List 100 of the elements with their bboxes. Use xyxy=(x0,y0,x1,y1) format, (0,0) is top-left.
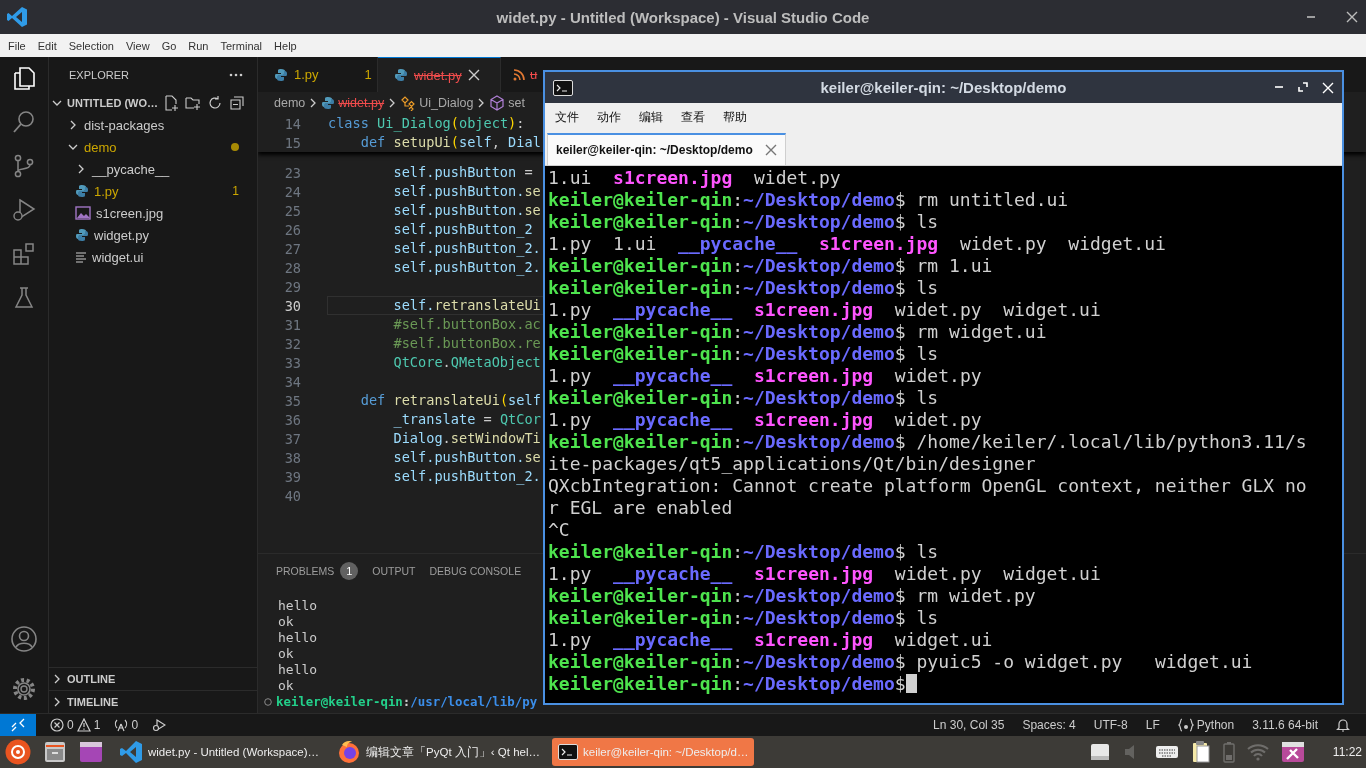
status-item[interactable]: LF xyxy=(1145,718,1160,732)
tree-item[interactable]: widget.ui xyxy=(49,246,257,268)
terminal-line: keiler@keiler-qin:~/Desktop/demo$ rm untitled.ui xyxy=(548,189,1070,211)
refresh-icon[interactable] xyxy=(207,95,223,111)
code-line: def retranslateUi(self xyxy=(359,391,542,410)
breadcrumb-item[interactable]: Ui_Dialog xyxy=(400,95,474,111)
taskbar-button[interactable]: 编辑文章「PyQt 入门」‹ Qt hel… xyxy=(331,738,547,766)
window-icon[interactable] xyxy=(79,741,103,763)
terminal-line: keiler@keiler-qin:~/Desktop/demo$ rm widet.py xyxy=(548,585,1037,607)
bell-icon[interactable] xyxy=(1336,718,1350,732)
menu-item[interactable]: File xyxy=(2,39,32,52)
menu-item[interactable]: 帮助 xyxy=(723,108,747,126)
tree-item[interactable]: 1.py 1 xyxy=(49,180,257,202)
terminal-line: keiler@keiler-qin:~/Desktop/demo$ rm 1.ui xyxy=(548,255,994,277)
error-icon xyxy=(50,718,64,732)
taskbar-button[interactable]: widet.py - Untitled (Workspace)… xyxy=(113,738,326,766)
menu-item[interactable]: 文件 xyxy=(555,108,579,126)
files-icon[interactable] xyxy=(11,65,37,91)
status-count: 0 xyxy=(67,718,74,732)
python-file-icon xyxy=(274,67,288,82)
terminal-line: keiler@keiler-qin:/usr/local/lib/py xyxy=(276,694,538,710)
output-line: ok xyxy=(278,678,294,694)
search-icon[interactable] xyxy=(11,109,37,135)
menu-item[interactable]: 编辑 xyxy=(639,108,663,126)
status-item[interactable]: 3.11.6 64-bit xyxy=(1252,718,1318,732)
cube-icon xyxy=(489,95,506,111)
line-number: 28 xyxy=(283,259,301,276)
code-line: _translate = QtCor xyxy=(392,410,542,429)
new-file-icon[interactable] xyxy=(163,95,179,111)
code-line: self.pushButton_2. xyxy=(392,239,542,258)
tree-item[interactable]: dist-packages xyxy=(49,114,257,136)
menu-item[interactable]: Terminal xyxy=(214,39,269,52)
output-line: hello xyxy=(278,630,318,646)
breadcrumb-item[interactable]: demo xyxy=(274,96,306,110)
status-item[interactable]: Spaces: 4 xyxy=(1022,718,1076,732)
terminal-icon xyxy=(553,79,573,96)
breadcrumb-item[interactable]: widet.py xyxy=(321,96,385,110)
code-line: self.pushButton.se xyxy=(392,182,542,201)
line-number: 26 xyxy=(283,221,301,238)
close-icon[interactable] xyxy=(1346,11,1358,23)
terminal-tab[interactable]: keiler@keiler-qin: ~/Desktop/demo xyxy=(547,133,786,165)
terminal-line: 1.py 1.ui __pycache__ s1creen.jpg widet.py widget.ui xyxy=(548,233,1167,255)
menu-item[interactable]: 动作 xyxy=(597,108,621,126)
python-file-icon xyxy=(75,228,89,242)
class-icon xyxy=(400,95,417,111)
debug-icon[interactable] xyxy=(152,718,167,732)
image-file-icon xyxy=(75,206,91,220)
code-line: self.pushButton = xyxy=(392,163,534,182)
warning-icon xyxy=(76,718,91,732)
collapse-all-icon[interactable] xyxy=(229,95,245,111)
editor-tab[interactable]: u xyxy=(501,57,543,92)
menu-item[interactable]: Edit xyxy=(31,39,63,52)
code-line: QtCore.QMetaObject xyxy=(392,353,542,372)
menu-item[interactable]: Run xyxy=(182,39,215,52)
status-item[interactable]: UTF-8 xyxy=(1093,718,1128,732)
menu-item[interactable]: Selection xyxy=(62,39,120,52)
menu-item[interactable]: 查看 xyxy=(681,108,705,126)
drive-icon[interactable] xyxy=(1088,741,1111,763)
status-count: 1 xyxy=(93,718,101,732)
terminal-line: keiler@keiler-qin:~/Desktop/demo$ ls xyxy=(548,211,940,233)
menu-item[interactable]: Help xyxy=(268,39,303,52)
line-number: 30 xyxy=(283,297,301,314)
panel-tab[interactable]: OUTPUT xyxy=(372,565,416,577)
status-item[interactable]: Ln 30, Col 35 xyxy=(933,718,1005,732)
file-cabinet-icon[interactable] xyxy=(43,740,67,764)
tree-item[interactable]: __pycache__ xyxy=(49,158,257,180)
tools-icon[interactable] xyxy=(1280,741,1305,763)
editor-tab[interactable]: widet.py xyxy=(378,57,501,92)
tree-item[interactable]: s1creen.jpg xyxy=(49,202,257,224)
keyboard-icon[interactable] xyxy=(1154,744,1179,760)
menu-item[interactable]: Go xyxy=(155,39,183,52)
status-item[interactable]: Python xyxy=(1196,718,1235,732)
close-icon[interactable] xyxy=(467,69,480,81)
extensions-icon[interactable] xyxy=(11,241,37,267)
settings-icon[interactable] xyxy=(10,675,38,703)
clipboard-icon[interactable] xyxy=(1190,740,1211,764)
maximize-icon[interactable] xyxy=(1298,81,1308,92)
panel-tab[interactable]: DEBUG CONSOLE xyxy=(429,565,522,577)
code-line: self.pushButton_2. xyxy=(392,258,542,277)
vscode-logo xyxy=(6,6,28,28)
clock[interactable]: 11:22 xyxy=(1332,745,1362,759)
breadcrumb-item[interactable]: set xyxy=(489,95,526,111)
more-icon[interactable] xyxy=(229,72,243,77)
line-number: 15 xyxy=(283,134,301,151)
new-folder-icon[interactable] xyxy=(185,95,201,111)
section-title[interactable]: TIMELINE xyxy=(67,696,119,708)
panel-tab[interactable]: PROBLEMS 1 xyxy=(276,562,359,580)
terminal-line: keiler@keiler-qin:~/Desktop/demo$ ls xyxy=(548,541,940,563)
output-line: ok xyxy=(278,614,294,630)
tree-item[interactable]: widget.py xyxy=(49,224,257,246)
section-title[interactable]: OUTLINE xyxy=(67,673,116,685)
account-icon[interactable] xyxy=(10,625,38,653)
braces-icon[interactable] xyxy=(1177,718,1194,732)
terminal-line: 1.ui s1creen.jpg widet.py xyxy=(548,167,842,189)
python-file-icon xyxy=(75,184,89,198)
start-icon[interactable] xyxy=(5,739,31,765)
menu-item[interactable]: View xyxy=(119,39,156,52)
workspace-title[interactable]: UNTITLED (WO… xyxy=(67,97,159,109)
run-debug-icon[interactable] xyxy=(11,197,37,223)
tree-item[interactable]: demo xyxy=(49,136,257,158)
